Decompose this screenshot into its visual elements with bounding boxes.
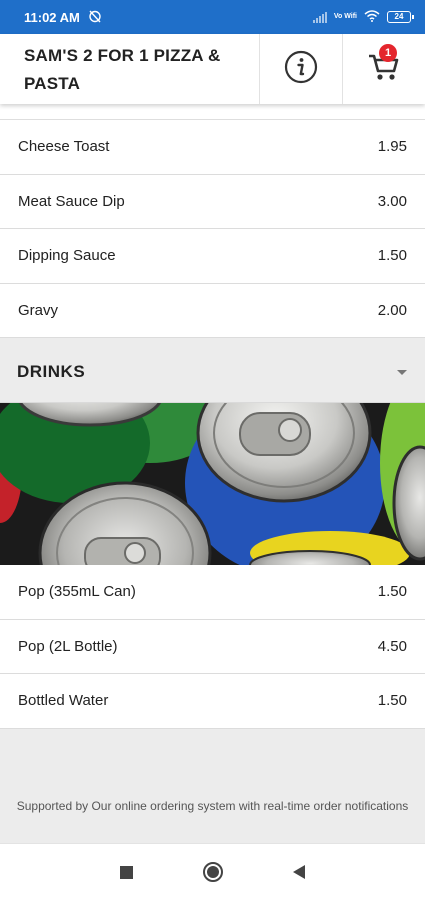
- status-icons: Vo Wifi 24: [312, 10, 414, 24]
- item-name: Meat Sauce Dip: [18, 192, 125, 210]
- status-bar: 11:02 AM Vo Wifi 24: [0, 0, 425, 34]
- item-price: 1.50: [377, 247, 407, 265]
- info-button[interactable]: [259, 34, 342, 104]
- item-name: Pop (2L Bottle): [18, 637, 118, 655]
- soda-cans-illustration: [0, 403, 425, 565]
- drinks-banner-image: [0, 403, 425, 565]
- status-time: 11:02 AM: [24, 9, 80, 25]
- home-icon[interactable]: [203, 862, 223, 882]
- item-name: Pop (355mL Can): [18, 583, 136, 601]
- wifi-icon: [364, 10, 380, 24]
- drinks-item-list: Pop (355mL Can) 1.50 Pop (2L Bottle) 4.5…: [0, 565, 425, 729]
- back-icon[interactable]: [293, 865, 305, 879]
- item-price: 2.00: [377, 301, 407, 319]
- restaurant-title: SAM'S 2 FOR 1 PIZZA & PASTA: [24, 46, 221, 93]
- supported-by-footer: Supported by Our online ordering system …: [16, 799, 409, 813]
- menu-item-row[interactable]: Dipping Sauce 1.50: [0, 229, 425, 284]
- item-price: 4.50: [377, 637, 407, 655]
- cart-count-badge: 1: [379, 44, 397, 62]
- menu-item-row[interactable]: Pop (355mL Can) 1.50: [0, 565, 425, 620]
- alarm-off-icon: [88, 9, 102, 26]
- menu-item-row[interactable]: Meat Sauce Dip 3.00: [0, 174, 425, 229]
- menu-item-row[interactable]: Gravy 2.00: [0, 283, 425, 338]
- battery-icon: 24: [387, 11, 414, 23]
- menu-item-row[interactable]: Bottled Water 1.50: [0, 674, 425, 729]
- menu-item-row[interactable]: Pop (2L Bottle) 4.50: [0, 619, 425, 674]
- drinks-section-header[interactable]: DRINKS: [0, 342, 425, 403]
- app-screen: 11:02 AM Vo Wifi 24 SAM'S 2 FOR 1 PIZZA …: [0, 0, 425, 900]
- system-nav-bar: [0, 843, 425, 900]
- list-top-edge: [0, 104, 425, 120]
- menu-item-list: Cheese Toast 1.95 Meat Sauce Dip 3.00 Di…: [0, 120, 425, 338]
- signal-icon: [312, 11, 327, 23]
- item-price: 1.50: [377, 583, 407, 601]
- item-price: 1.95: [377, 138, 407, 156]
- item-price: 1.50: [377, 692, 407, 710]
- collapse-caret-icon: [397, 369, 407, 375]
- info-icon: [284, 50, 318, 89]
- app-header: SAM'S 2 FOR 1 PIZZA & PASTA 1: [0, 34, 425, 104]
- cart-button[interactable]: 1: [342, 34, 425, 104]
- item-name: Gravy: [18, 301, 59, 319]
- section-title: DRINKS: [17, 362, 86, 381]
- item-name: Dipping Sauce: [18, 247, 116, 265]
- recent-apps-icon[interactable]: [120, 865, 133, 879]
- menu-item-row[interactable]: Cheese Toast 1.95: [0, 120, 425, 175]
- item-name: Bottled Water: [18, 692, 109, 710]
- network-label: Vo Wifi: [333, 13, 357, 20]
- item-price: 3.00: [377, 192, 407, 210]
- item-name: Cheese Toast: [18, 138, 110, 156]
